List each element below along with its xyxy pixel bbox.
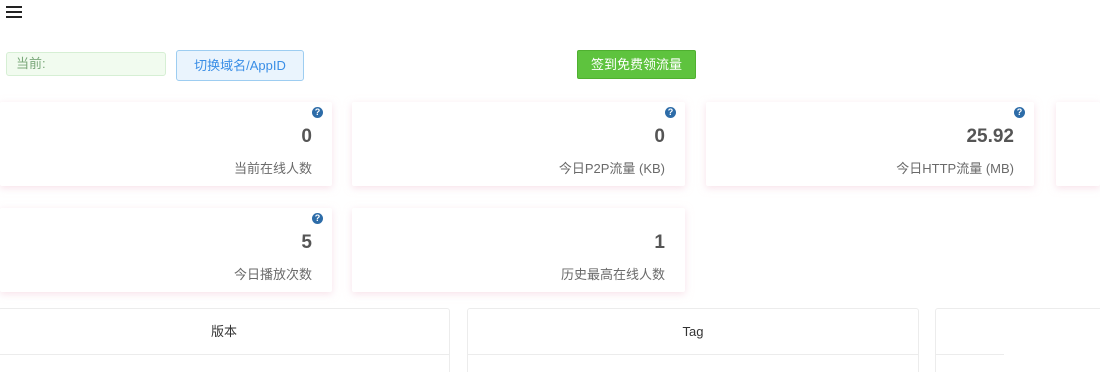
stat-label: 当前在线人数 (233, 161, 312, 176)
help-icon[interactable]: ? (1014, 107, 1025, 118)
stat-card-play-count: ? 5 今日播放次数 (0, 208, 332, 292)
stat-value: 5 (301, 232, 312, 253)
dashboard-page: 当前: 切换域名/AppID 签到免费领流量 ? 0 当前在线人数 ? 0 今日… (0, 0, 1100, 372)
signin-free-traffic-button[interactable]: 签到免费领流量 (577, 50, 696, 79)
stat-value: 1 (654, 232, 665, 253)
help-icon[interactable]: ? (312, 107, 323, 118)
panel-title: Tag (468, 309, 918, 355)
stat-value: 0 (654, 126, 665, 147)
current-domain-field[interactable]: 当前: (6, 52, 166, 76)
stat-label: 历史最高在线人数 (560, 267, 665, 282)
stat-value: 25.92 (966, 126, 1014, 147)
stat-value: 0 (301, 126, 312, 147)
stat-card-http-traffic: ? 25.92 今日HTTP流量 (MB) (706, 102, 1034, 186)
stat-label: 今日播放次数 (233, 267, 312, 282)
panel-title: 版本 (0, 309, 449, 355)
stat-label: 今日P2P流量 (KB) (558, 161, 665, 176)
panel-title (936, 309, 1100, 355)
hamburger-menu-icon[interactable] (6, 5, 24, 19)
switch-domain-appid-button[interactable]: 切换域名/AppID (176, 50, 304, 81)
stat-card-p2p-traffic: ? 0 今日P2P流量 (KB) (352, 102, 685, 186)
panel-overlay (1004, 350, 1100, 372)
version-panel: 版本 (0, 308, 450, 372)
stat-label: 今日HTTP流量 (MB) (896, 161, 1014, 176)
stat-card-partial (1056, 102, 1100, 186)
tag-panel: Tag (467, 308, 919, 372)
help-icon[interactable]: ? (312, 213, 323, 224)
help-icon[interactable]: ? (665, 107, 676, 118)
stat-card-peak-online: 1 历史最高在线人数 (352, 208, 685, 292)
stat-card-online-users: ? 0 当前在线人数 (0, 102, 332, 186)
